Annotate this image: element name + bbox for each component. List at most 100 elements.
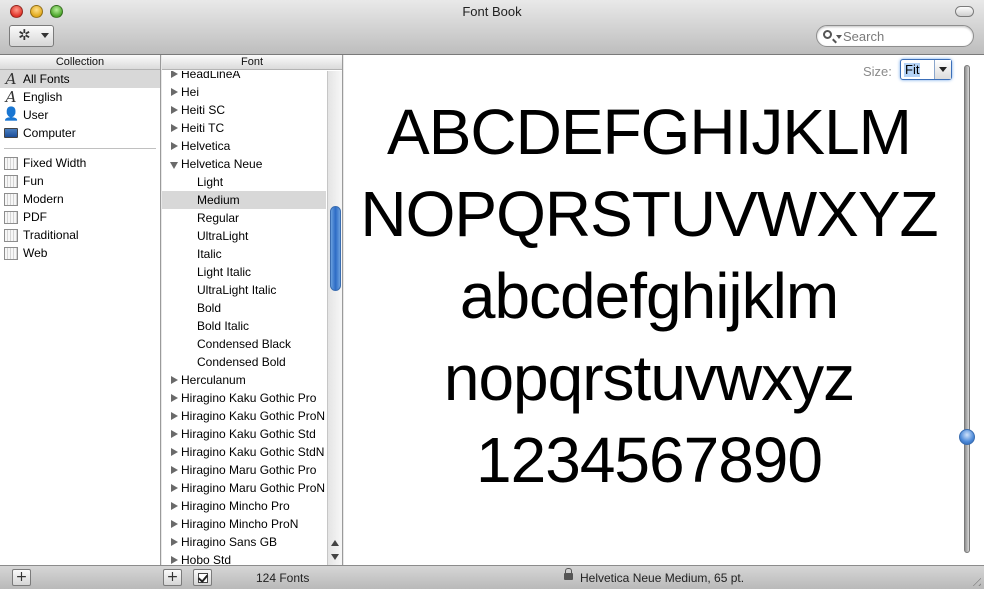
collection-item-label: Computer xyxy=(23,126,76,140)
resize-grip-icon[interactable] xyxy=(969,574,981,586)
font-item-label: Bold xyxy=(197,301,222,315)
collection-item-fixed-width[interactable]: Fixed Width xyxy=(0,154,160,172)
disclosure-closed-icon[interactable] xyxy=(171,412,178,420)
collection-item-label: Traditional xyxy=(23,228,79,242)
sample-line: NOPQRSTUVWXYZ xyxy=(360,178,938,250)
font-family-item[interactable]: Heiti SC xyxy=(162,101,326,119)
disclosure-closed-icon[interactable] xyxy=(171,448,178,456)
font-item-label: Helvetica xyxy=(181,139,231,153)
size-slider-knob[interactable] xyxy=(959,429,975,445)
search-menu-caret-icon xyxy=(836,35,842,39)
collection-item-all-fonts[interactable]: A All Fonts xyxy=(0,70,160,88)
font-face-item[interactable]: Light Italic xyxy=(162,263,326,281)
font-family-item[interactable]: Hiragino Sans GB xyxy=(162,533,326,551)
disclosure-closed-icon[interactable] xyxy=(171,520,178,528)
font-face-item[interactable]: Regular xyxy=(162,209,326,227)
font-family-item[interactable]: Helvetica Neue xyxy=(162,155,326,173)
collection-book-icon xyxy=(4,247,18,260)
disclosure-closed-icon[interactable] xyxy=(171,106,178,114)
font-face-item[interactable]: Condensed Black xyxy=(162,335,326,353)
scrollbar-thumb[interactable] xyxy=(330,206,341,291)
add-font-button[interactable]: + xyxy=(163,569,182,586)
font-item-label: Hei xyxy=(181,85,200,99)
chevron-down-icon[interactable] xyxy=(934,60,951,79)
action-menu-button[interactable]: ✲ xyxy=(9,25,54,47)
disclosure-closed-icon[interactable] xyxy=(171,466,178,474)
disclosure-closed-icon[interactable] xyxy=(171,142,178,150)
disclosure-closed-icon[interactable] xyxy=(171,376,178,384)
collection-item-fun[interactable]: Fun xyxy=(0,172,160,190)
font-family-item[interactable]: Hiragino Kaku Gothic Std xyxy=(162,425,326,443)
gear-icon: ✲ xyxy=(18,27,31,44)
size-select[interactable]: Fit xyxy=(900,59,952,80)
disclosure-open-icon[interactable] xyxy=(170,162,178,169)
font-family-item[interactable]: Heiti TC xyxy=(162,119,326,137)
disclosure-closed-icon[interactable] xyxy=(171,394,178,402)
font-face-item[interactable]: Italic xyxy=(162,245,326,263)
font-header[interactable]: Font xyxy=(162,55,342,70)
font-family-item[interactable]: Hobo Std xyxy=(162,551,326,565)
font-face-item[interactable]: Condensed Bold xyxy=(162,353,326,371)
toolbar-toggle-button[interactable] xyxy=(955,6,974,17)
disclosure-closed-icon[interactable] xyxy=(171,71,178,78)
disclosure-closed-icon[interactable] xyxy=(171,124,178,132)
search-input[interactable] xyxy=(843,29,967,44)
collection-item-web[interactable]: Web xyxy=(0,244,160,262)
font-face-item[interactable]: UltraLight Italic xyxy=(162,281,326,299)
collection-item-english[interactable]: A English xyxy=(0,88,160,106)
disclosure-closed-icon[interactable] xyxy=(171,484,178,492)
font-family-item[interactable]: Hiragino Maru Gothic ProN xyxy=(162,479,326,497)
font-family-item[interactable]: Hiragino Kaku Gothic ProN xyxy=(162,407,326,425)
disclosure-closed-icon[interactable] xyxy=(171,88,178,96)
enable-font-button[interactable] xyxy=(193,569,212,586)
chevron-down-icon xyxy=(41,33,49,38)
collection-item-modern[interactable]: Modern xyxy=(0,190,160,208)
search-field[interactable] xyxy=(816,25,974,47)
size-select-value: Fit xyxy=(904,62,921,77)
font-item-label: Bold Italic xyxy=(197,319,250,333)
sample-line: nopqrstuvwxyz xyxy=(443,342,855,414)
font-family-item[interactable]: Hiragino Kaku Gothic Pro xyxy=(162,389,326,407)
add-collection-button[interactable]: + xyxy=(12,569,31,586)
sample-line: 1234567890 xyxy=(476,424,823,496)
collection-item-label: Fixed Width xyxy=(23,156,87,170)
font-item-label: Light xyxy=(197,175,224,189)
font-face-item[interactable]: Bold xyxy=(162,299,326,317)
font-family-item[interactable]: Hiragino Mincho Pro xyxy=(162,497,326,515)
font-item-label: UltraLight Italic xyxy=(197,283,277,297)
user-icon: 👤 xyxy=(3,107,20,122)
sample-line: abcdefghijklm xyxy=(459,260,839,332)
disclosure-closed-icon[interactable] xyxy=(171,556,178,564)
font-face-item[interactable]: UltraLight xyxy=(162,227,326,245)
font-family-item[interactable]: Hiragino Mincho ProN xyxy=(162,515,326,533)
scroll-up-arrow-icon[interactable] xyxy=(331,540,339,546)
font-list-scrollbar[interactable] xyxy=(327,71,342,565)
disclosure-closed-icon[interactable] xyxy=(171,538,178,546)
disclosure-closed-icon[interactable] xyxy=(171,502,178,510)
disclosure-closed-icon[interactable] xyxy=(171,430,178,438)
collection-item-computer[interactable]: Computer xyxy=(0,124,160,142)
font-family-item[interactable]: Helvetica xyxy=(162,137,326,155)
collection-item-label: All Fonts xyxy=(23,72,70,86)
font-family-item[interactable]: Hiragino Kaku Gothic StdN xyxy=(162,443,326,461)
font-face-item[interactable]: Light xyxy=(162,173,326,191)
font-item-label: Condensed Black xyxy=(197,337,292,351)
font-face-item[interactable]: Medium xyxy=(162,191,326,209)
window-title: Font Book xyxy=(462,4,522,19)
scroll-down-arrow-icon[interactable] xyxy=(331,554,339,560)
font-book-window: Font Book ✲ Collection A All Fonts A Englis… xyxy=(0,0,984,589)
collection-item-pdf[interactable]: PDF xyxy=(0,208,160,226)
size-label: Size: xyxy=(863,64,892,79)
collection-item-user[interactable]: 👤 User xyxy=(0,106,160,124)
collection-list-library: A All Fonts A English 👤 User Computer xyxy=(0,70,160,142)
font-family-item[interactable]: HeadLineA xyxy=(162,71,326,83)
font-item-label: Hiragino Sans GB xyxy=(181,535,278,549)
collection-item-traditional[interactable]: Traditional xyxy=(0,226,160,244)
font-family-item[interactable]: Herculanum xyxy=(162,371,326,389)
font-family-item[interactable]: Hei xyxy=(162,83,326,101)
collection-book-icon xyxy=(4,211,18,224)
collection-header[interactable]: Collection xyxy=(0,55,160,70)
font-family-item[interactable]: Hiragino Maru Gothic Pro xyxy=(162,461,326,479)
font-face-item[interactable]: Bold Italic xyxy=(162,317,326,335)
size-slider[interactable] xyxy=(959,65,975,553)
